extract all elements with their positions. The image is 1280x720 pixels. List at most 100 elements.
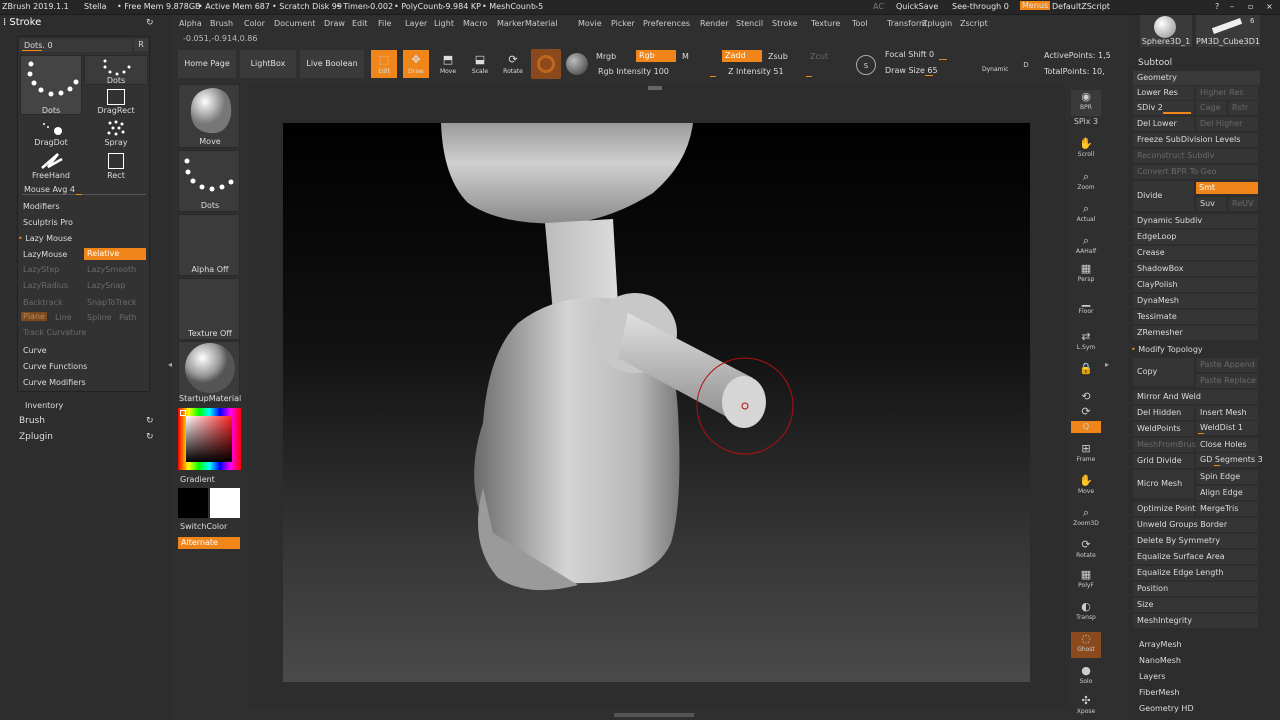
del-hidden-button[interactable]: Del Hidden <box>1133 406 1194 420</box>
symmetry-s-icon[interactable]: S <box>856 55 876 75</box>
arraymesh-subpalette[interactable]: ArrayMesh <box>1139 640 1182 649</box>
dots-slider[interactable]: Dots. 0 <box>20 39 132 52</box>
menu-texture[interactable]: Texture <box>811 19 840 28</box>
paste-replace-button[interactable]: Paste Replace <box>1196 374 1258 388</box>
rotate-view-button[interactable]: ⟳ Rotate <box>1071 538 1101 564</box>
menu-document[interactable]: Document <box>274 19 315 28</box>
z-intensity-slider[interactable]: Z Intensity 51 <box>724 65 842 78</box>
suv-toggle[interactable]: Suv <box>1196 197 1226 211</box>
default-zscript[interactable]: DefaultZScript <box>1052 2 1110 11</box>
stroke-rect[interactable]: Rect <box>84 151 148 180</box>
nanomesh-subpalette[interactable]: NanoMesh <box>1139 656 1181 665</box>
lazysnap-slider[interactable]: LazySnap <box>87 281 125 290</box>
backtrack-toggle[interactable]: Backtrack <box>23 298 63 307</box>
dynamesh-subpalette[interactable]: DynaMesh <box>1133 294 1258 308</box>
refresh-icon[interactable]: ↻ <box>146 18 154 28</box>
higher-res-button[interactable]: Higher Res <box>1196 86 1258 100</box>
actual-button[interactable]: ⌕ Actual <box>1071 202 1101 228</box>
edgeloop-subpalette[interactable]: EdgeLoop <box>1133 230 1258 244</box>
path-toggle[interactable]: Path <box>119 313 137 322</box>
alpha-thumbnail[interactable]: Alpha Off <box>178 214 240 276</box>
top-handle[interactable] <box>648 86 662 90</box>
menu-zplugin[interactable]: Zplugin <box>922 19 952 28</box>
menu-stroke[interactable]: Stroke <box>772 19 798 28</box>
stroke-dragdot[interactable]: DragDot <box>20 119 82 147</box>
equalize-edge-length-button[interactable]: Equalize Edge Length <box>1133 566 1258 580</box>
gradient-toggle[interactable]: Gradient <box>180 475 215 484</box>
rgb-button[interactable]: Rgb <box>636 50 676 62</box>
meshintegrity-subpalette[interactable]: MeshIntegrity <box>1133 614 1258 628</box>
lock-button[interactable]: 🔒 <box>1071 362 1101 388</box>
menu-stencil[interactable]: Stencil <box>736 19 763 28</box>
line-toggle[interactable]: Line <box>55 313 72 322</box>
alternate-button[interactable]: Alternate <box>178 537 240 549</box>
quicksave-button[interactable]: QuickSave <box>896 2 938 11</box>
menu-zscript[interactable]: Zscript <box>960 19 988 28</box>
edit-button[interactable]: ⬚ Edit <box>371 50 397 78</box>
home-page-button[interactable]: Home Page <box>178 50 236 78</box>
paste-append-button[interactable]: Paste Append <box>1196 358 1258 372</box>
insert-mesh-button[interactable]: Insert Mesh <box>1196 406 1258 420</box>
menu-edit[interactable]: Edit <box>352 19 368 28</box>
menu-marker[interactable]: Marker <box>497 19 525 28</box>
align-edge-button[interactable]: Align Edge <box>1196 486 1258 500</box>
meshfrombrush-button[interactable]: MeshFromBrush <box>1133 438 1201 452</box>
relative-toggle[interactable]: Relative <box>84 248 146 260</box>
size-subpalette[interactable]: Size <box>1133 598 1258 612</box>
lazystep-slider[interactable]: LazyStep <box>23 265 60 274</box>
lightbox-button[interactable]: LightBox <box>240 50 296 78</box>
zremesher-subpalette[interactable]: ZRemesher <box>1133 326 1258 340</box>
menu-color[interactable]: Color <box>244 19 265 28</box>
q-button[interactable]: Q <box>1071 421 1101 433</box>
lazysmooth-slider[interactable]: LazySmooth <box>87 265 136 274</box>
track-curvature-slider[interactable]: Track Curvature <box>23 328 86 337</box>
mouse-avg-slider[interactable]: Mouse Avg 4 <box>20 183 148 196</box>
equalize-surface-area-button[interactable]: Equalize Surface Area <box>1133 550 1258 564</box>
brush-thumbnail[interactable]: Move <box>178 84 240 148</box>
stroke-thumbnail[interactable]: Dots <box>178 150 240 212</box>
zcut-button[interactable]: Zcut <box>810 52 828 61</box>
zadd-button[interactable]: Zadd <box>722 50 762 62</box>
scroll-button[interactable]: ✋ Scroll <box>1071 137 1101 163</box>
plane-toggle[interactable]: Plane <box>21 312 47 321</box>
zplugin-refresh-icon[interactable]: ↻ <box>146 432 154 442</box>
menus-button[interactable]: Menus <box>1020 1 1051 10</box>
tessimate-subpalette[interactable]: Tessimate <box>1133 310 1258 324</box>
see-through-slider[interactable]: See-through 0 <box>952 2 1009 11</box>
rgb-intensity-slider[interactable]: Rgb Intensity 100 <box>594 65 720 78</box>
rotate-button[interactable]: ⟳ Rotate <box>500 50 526 78</box>
curve-modifiers-subpalette[interactable]: Curve Modifiers <box>23 378 86 387</box>
color-picker[interactable] <box>178 408 241 470</box>
optimize-points-button[interactable]: Optimize Points <box>1133 502 1199 516</box>
bottom-handle[interactable] <box>614 713 694 717</box>
menu-material[interactable]: Material <box>525 19 558 28</box>
stroke-dragrect[interactable]: DragRect <box>84 87 148 115</box>
lazymouse-toggle[interactable]: LazyMouse <box>23 250 67 259</box>
bpr-button[interactable]: ◉ BPR <box>1071 90 1101 116</box>
freeze-subdivision-button[interactable]: Freeze SubDivision Levels <box>1133 133 1258 147</box>
zsub-button[interactable]: Zsub <box>768 52 788 61</box>
floor-button[interactable]: ▁ Floor <box>1071 294 1101 320</box>
stroke-dots-small[interactable]: Dots <box>84 55 148 85</box>
menu-tool[interactable]: Tool <box>852 19 868 28</box>
menu-brush[interactable]: Brush <box>210 19 233 28</box>
zoom3d-button[interactable]: ⌕ Zoom3D <box>1071 506 1101 532</box>
subtool-subpalette[interactable]: Subtool <box>1138 58 1172 68</box>
brush-refresh-icon[interactable]: ↻ <box>146 416 154 426</box>
geometry-subpalette[interactable]: Geometry <box>1133 71 1260 85</box>
move-button[interactable]: ⬒ Move <box>435 50 461 78</box>
main-color-swatch[interactable] <box>210 488 240 518</box>
material-thumbnail[interactable]: StartupMaterial <box>178 341 241 403</box>
transp-button[interactable]: ◐ Transp <box>1071 600 1101 626</box>
menu-file[interactable]: File <box>378 19 391 28</box>
collapse-left-icon[interactable]: ◂ <box>168 360 172 369</box>
menu-preferences[interactable]: Preferences <box>643 19 690 28</box>
grid-divide-button[interactable]: Grid Divide <box>1133 454 1194 468</box>
del-lower-button[interactable]: Del Lower <box>1133 117 1194 131</box>
spix-slider[interactable]: SPix 3 <box>1071 117 1101 127</box>
claypolish-subpalette[interactable]: ClayPolish <box>1133 278 1258 292</box>
lower-res-button[interactable]: Lower Res <box>1133 86 1194 100</box>
stroke-freehand[interactable]: FreeHand <box>20 151 82 180</box>
frame-button[interactable]: ⊞ Frame <box>1071 442 1101 468</box>
mergetris-button[interactable]: MergeTris <box>1196 502 1258 516</box>
